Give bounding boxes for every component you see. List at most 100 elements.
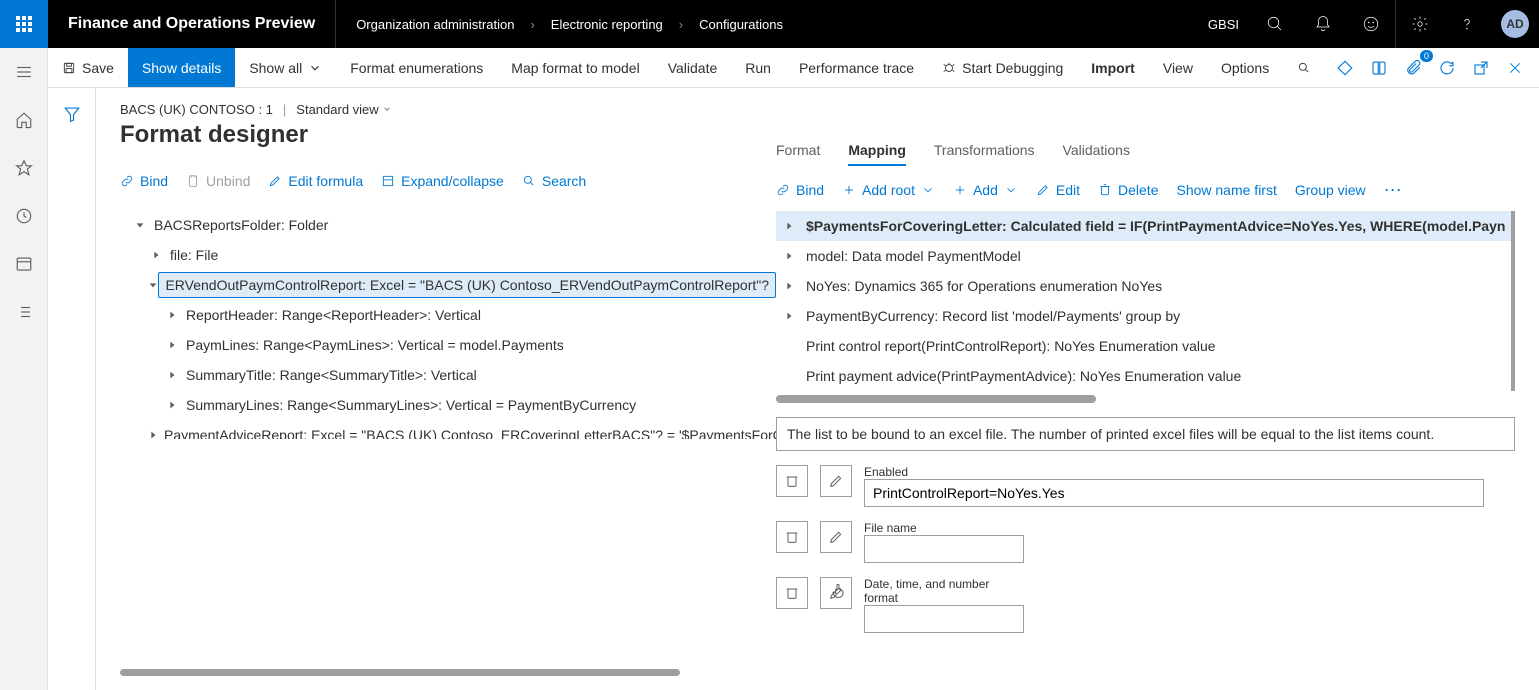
popout-icon[interactable]: [1465, 52, 1497, 84]
edit-enabled-button[interactable]: [820, 465, 852, 497]
save-button[interactable]: Save: [48, 48, 128, 87]
filename-input[interactable]: [864, 535, 1024, 563]
bind-button-right[interactable]: Bind: [776, 182, 824, 198]
mapping-row[interactable]: Print control report(PrintControlReport)…: [776, 331, 1511, 361]
breadcrumb-item[interactable]: Configurations: [699, 17, 783, 32]
tree-item-label: PaymLines: Range<PaymLines>: Vertical = …: [180, 333, 570, 357]
chevron-right-icon[interactable]: [164, 400, 180, 410]
smiley-icon[interactable]: [1347, 0, 1395, 48]
mapping-row[interactable]: NoYes: Dynamics 365 for Operations enume…: [776, 271, 1511, 301]
mapping-row[interactable]: $PaymentsForCoveringLetter: Calculated f…: [776, 211, 1511, 241]
tree-row[interactable]: ReportHeader: Range<ReportHeader>: Verti…: [120, 300, 776, 330]
tree-row[interactable]: PaymLines: Range<PaymLines>: Vertical = …: [120, 330, 776, 360]
edit-dateformat-button[interactable]: [820, 577, 852, 609]
tree-row[interactable]: SummaryLines: Range<SummaryLines>: Verti…: [120, 390, 776, 420]
view-selector[interactable]: Standard view: [296, 102, 392, 117]
horizontal-scrollbar[interactable]: [776, 395, 1096, 403]
breadcrumb-item[interactable]: Electronic reporting: [551, 17, 663, 32]
breadcrumb-item[interactable]: Organization administration: [356, 17, 514, 32]
tree-item-label: ReportHeader: Range<ReportHeader>: Verti…: [180, 303, 487, 327]
list-icon[interactable]: [8, 296, 40, 328]
chevron-right-icon[interactable]: [784, 278, 796, 294]
tree-row[interactable]: ERVendOutPaymControlReport: Excel = "BAC…: [120, 270, 776, 300]
enabled-input[interactable]: [864, 479, 1484, 507]
edit-formula-button[interactable]: Edit formula: [268, 173, 363, 189]
chevron-right-icon[interactable]: [148, 430, 158, 439]
search-button[interactable]: Search: [522, 173, 586, 189]
tree-row[interactable]: BACSReportsFolder: Folder: [120, 210, 776, 240]
mapping-row[interactable]: Print payment advice(PrintPaymentAdvice)…: [776, 361, 1511, 391]
run-button[interactable]: Run: [731, 48, 785, 87]
tab-validations[interactable]: Validations: [1063, 136, 1130, 166]
chevron-right-icon[interactable]: [164, 340, 180, 350]
clock-icon[interactable]: [8, 200, 40, 232]
avatar[interactable]: AD: [1501, 10, 1529, 38]
gear-icon[interactable]: [1395, 0, 1443, 48]
chevron-down-icon[interactable]: [132, 220, 148, 230]
search-icon[interactable]: [1251, 0, 1299, 48]
delete-button[interactable]: Delete: [1098, 182, 1158, 198]
app-launcher[interactable]: [0, 0, 48, 48]
right-tabs: Format Mapping Transformations Validatio…: [776, 136, 1515, 167]
context-bar: BACS (UK) CONTOSO : 1 | Standard view: [120, 102, 776, 117]
tab-mapping[interactable]: Mapping: [848, 136, 906, 166]
start-debugging-button[interactable]: Start Debugging: [928, 48, 1077, 87]
mapping-row[interactable]: model: Data model PaymentModel: [776, 241, 1511, 271]
chevron-right-icon[interactable]: [784, 218, 796, 234]
filter-icon[interactable]: [56, 98, 88, 130]
import-button[interactable]: Import: [1077, 48, 1149, 87]
book-icon[interactable]: [1363, 52, 1395, 84]
view-button[interactable]: View: [1149, 48, 1207, 87]
chevron-right-icon[interactable]: [164, 370, 180, 380]
horizontal-scrollbar[interactable]: [120, 669, 680, 676]
tree-row[interactable]: PaymentAdviceReport: Excel = "BACS (UK) …: [120, 420, 776, 439]
command-search-icon[interactable]: [1283, 48, 1325, 87]
dateformat-input[interactable]: [864, 605, 1024, 633]
bind-button[interactable]: Bind: [120, 173, 168, 189]
config-name: BACS (UK) CONTOSO : 1: [120, 102, 273, 117]
attachments-icon[interactable]: 0: [1397, 52, 1429, 84]
module-icon[interactable]: [8, 248, 40, 280]
expand-collapse-button[interactable]: Expand/collapse: [381, 173, 504, 189]
edit-button[interactable]: Edit: [1036, 182, 1080, 198]
chevron-right-icon[interactable]: [784, 308, 796, 324]
bell-icon[interactable]: [1299, 0, 1347, 48]
mapping-item-label: NoYes: Dynamics 365 for Operations enume…: [806, 278, 1162, 294]
tab-transformations[interactable]: Transformations: [934, 136, 1035, 166]
chevron-right-icon[interactable]: [148, 250, 164, 260]
tree-row[interactable]: file: File: [120, 240, 776, 270]
show-all-button[interactable]: Show all: [235, 48, 336, 87]
tree-item-label: PaymentAdviceReport: Excel = "BACS (UK) …: [158, 423, 776, 439]
mapping-row[interactable]: PaymentByCurrency: Record list 'model/Pa…: [776, 301, 1511, 331]
home-icon[interactable]: [8, 104, 40, 136]
help-icon[interactable]: [1443, 0, 1491, 48]
options-button[interactable]: Options: [1207, 48, 1283, 87]
validate-button[interactable]: Validate: [654, 48, 732, 87]
tab-format[interactable]: Format: [776, 136, 820, 166]
refresh-icon[interactable]: [1431, 52, 1463, 84]
more-icon[interactable]: ⋯: [1384, 181, 1402, 199]
performance-trace-button[interactable]: Performance trace: [785, 48, 928, 87]
map-format-button[interactable]: Map format to model: [497, 48, 653, 87]
group-view-button[interactable]: Group view: [1295, 182, 1366, 198]
close-icon[interactable]: [1499, 52, 1531, 84]
format-enumerations-button[interactable]: Format enumerations: [336, 48, 497, 87]
breadcrumb: Organization administration › Electronic…: [336, 17, 1196, 32]
star-icon[interactable]: [8, 152, 40, 184]
add-button[interactable]: Add: [953, 182, 1018, 198]
add-root-button[interactable]: Add root: [842, 182, 935, 198]
mapping-item-label: $PaymentsForCoveringLetter: Calculated f…: [806, 218, 1505, 234]
show-name-first-button[interactable]: Show name first: [1176, 182, 1276, 198]
show-details-button[interactable]: Show details: [128, 48, 235, 87]
menu-icon[interactable]: [8, 56, 40, 88]
tree-row[interactable]: SummaryTitle: Range<SummaryTitle>: Verti…: [120, 360, 776, 390]
chevron-right-icon[interactable]: [164, 310, 180, 320]
diamond-icon[interactable]: [1329, 52, 1361, 84]
delete-dateformat-button[interactable]: [776, 577, 808, 609]
delete-filename-button[interactable]: [776, 521, 808, 553]
delete-enabled-button[interactable]: [776, 465, 808, 497]
chevron-down-icon[interactable]: [148, 280, 158, 290]
edit-filename-button[interactable]: [820, 521, 852, 553]
chevron-right-icon[interactable]: [784, 248, 796, 264]
company-label[interactable]: GBSI: [1196, 17, 1251, 32]
